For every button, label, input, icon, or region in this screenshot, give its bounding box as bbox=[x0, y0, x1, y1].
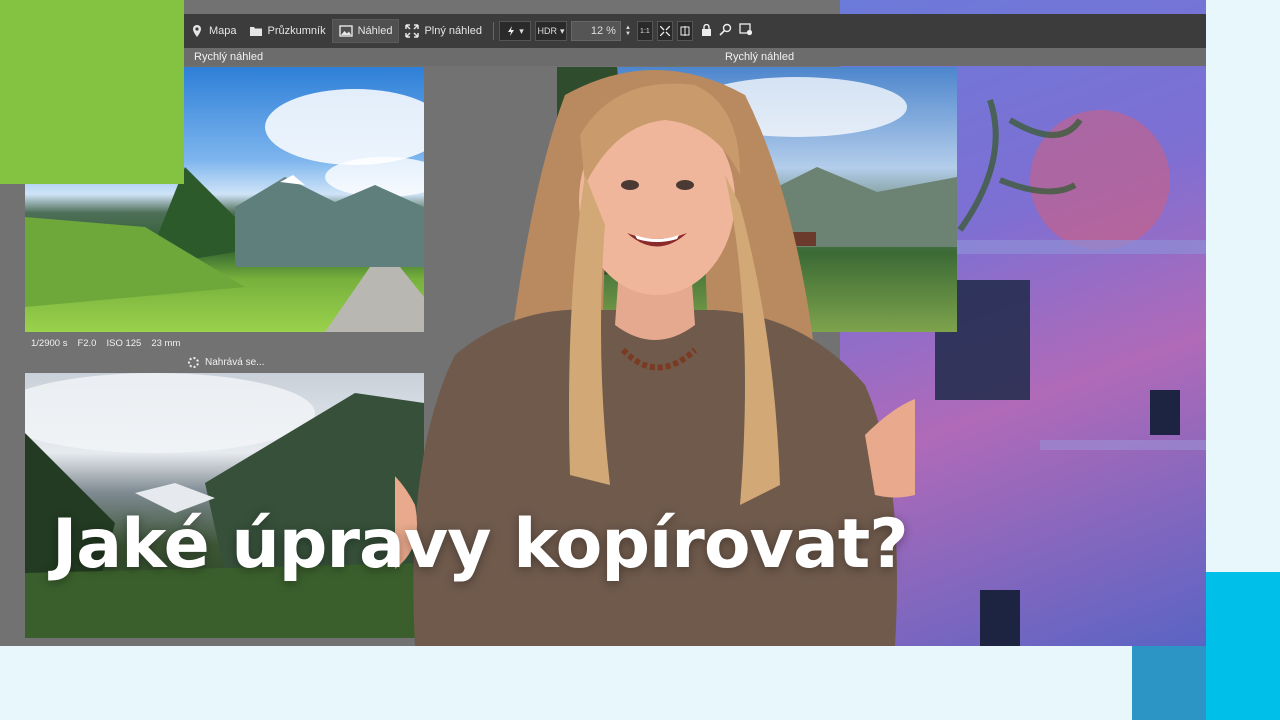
exif-aperture: F2.0 bbox=[77, 338, 97, 349]
exif-focal: 23 mm bbox=[151, 338, 181, 349]
zoom-value: 12 % bbox=[590, 25, 616, 37]
lightning-icon bbox=[508, 26, 515, 36]
search-sync-button[interactable] bbox=[719, 23, 733, 39]
chevron-down-icon: ▼ bbox=[624, 31, 631, 37]
lock-button[interactable] bbox=[701, 23, 712, 39]
chevron-down-icon: ▾ bbox=[559, 25, 565, 36]
lock-icon bbox=[701, 23, 711, 36]
explorer-label: Průzkumník bbox=[267, 25, 326, 37]
split-view-icon bbox=[680, 26, 690, 36]
loading-indicator: Nahrává se... bbox=[188, 357, 264, 368]
image-icon bbox=[338, 25, 353, 37]
headline-title: Jaké úpravy kopírovat? bbox=[52, 505, 909, 584]
exif-iso: ISO 125 bbox=[106, 338, 142, 349]
full-preview-button[interactable]: Plný náhled bbox=[399, 20, 488, 42]
chevron-down-icon: ▾ bbox=[519, 25, 524, 36]
fit-icon bbox=[659, 26, 670, 36]
fit-to-screen-button[interactable] bbox=[656, 21, 673, 41]
map-label: Mapa bbox=[209, 25, 237, 37]
folder-icon bbox=[249, 27, 262, 36]
map-button[interactable]: Mapa bbox=[184, 20, 243, 42]
blue-accent-block bbox=[1132, 646, 1206, 720]
map-pin-icon bbox=[193, 25, 201, 37]
zoom-stepper[interactable]: ▲ ▼ bbox=[625, 25, 631, 37]
zoom-sync-icon bbox=[719, 23, 732, 36]
one-to-one-label: 1:1 bbox=[640, 27, 650, 35]
green-accent-block bbox=[0, 0, 184, 184]
exif-shutter: 1/2900 s bbox=[31, 338, 68, 349]
preview-button[interactable]: Náhled bbox=[331, 19, 400, 43]
spinner-icon bbox=[188, 357, 199, 368]
bottom-background-strip bbox=[0, 646, 1132, 720]
zoom-field[interactable]: 12 % bbox=[570, 21, 621, 41]
right-background-strip bbox=[1206, 0, 1280, 572]
auto-enhance-dropdown[interactable]: ▾ bbox=[498, 21, 531, 41]
loading-text: Nahrává se... bbox=[205, 357, 265, 368]
hdr-label: HDR bbox=[537, 26, 557, 36]
left-panel-title: Rychlý náhled bbox=[194, 51, 264, 63]
toolbar-divider bbox=[492, 22, 494, 40]
expand-icon bbox=[405, 24, 420, 38]
image-settings-button[interactable] bbox=[739, 23, 753, 39]
toolbar: Mapa Průzkumník Náhled Plný náhled ▾ HDR… bbox=[184, 14, 1206, 48]
exif-info: 1/2900 s F2.0 ISO 125 23 mm bbox=[31, 338, 180, 349]
hdr-dropdown[interactable]: HDR ▾ bbox=[534, 21, 567, 41]
one-to-one-button[interactable]: 1:1 bbox=[636, 21, 653, 41]
explorer-button[interactable]: Průzkumník bbox=[243, 20, 332, 42]
preview-label: Náhled bbox=[357, 25, 393, 37]
image-settings-icon bbox=[739, 23, 753, 36]
cyan-accent-block bbox=[1206, 572, 1280, 720]
full-preview-label: Plný náhled bbox=[424, 25, 482, 37]
compare-button[interactable] bbox=[676, 21, 693, 41]
